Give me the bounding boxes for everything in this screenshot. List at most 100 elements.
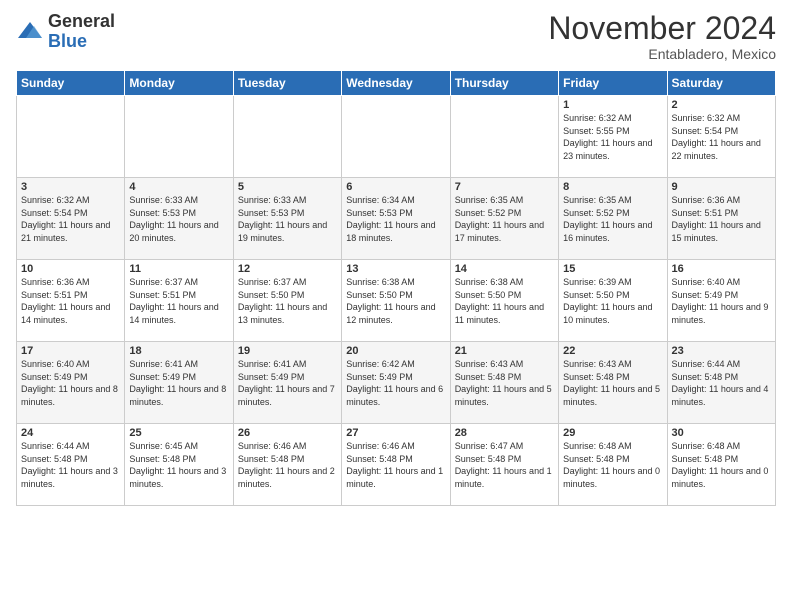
col-thursday: Thursday bbox=[450, 71, 558, 96]
day-info: Sunrise: 6:40 AM Sunset: 5:49 PM Dayligh… bbox=[672, 276, 771, 326]
page: General Blue November 2024 Entabladero, … bbox=[0, 0, 792, 612]
day-info: Sunrise: 6:45 AM Sunset: 5:48 PM Dayligh… bbox=[129, 440, 228, 490]
day-info: Sunrise: 6:36 AM Sunset: 5:51 PM Dayligh… bbox=[21, 276, 120, 326]
table-row: 6Sunrise: 6:34 AM Sunset: 5:53 PM Daylig… bbox=[342, 178, 450, 260]
col-sunday: Sunday bbox=[17, 71, 125, 96]
table-row: 10Sunrise: 6:36 AM Sunset: 5:51 PM Dayli… bbox=[17, 260, 125, 342]
header: General Blue November 2024 Entabladero, … bbox=[16, 12, 776, 62]
table-row: 21Sunrise: 6:43 AM Sunset: 5:48 PM Dayli… bbox=[450, 342, 558, 424]
day-info: Sunrise: 6:36 AM Sunset: 5:51 PM Dayligh… bbox=[672, 194, 771, 244]
day-number: 27 bbox=[346, 427, 445, 439]
logo-general-text: General bbox=[48, 11, 115, 31]
day-number: 30 bbox=[672, 427, 771, 439]
day-number: 22 bbox=[563, 345, 662, 357]
day-number: 7 bbox=[455, 181, 554, 193]
table-row: 4Sunrise: 6:33 AM Sunset: 5:53 PM Daylig… bbox=[125, 178, 233, 260]
day-number: 1 bbox=[563, 99, 662, 111]
logo-icon bbox=[16, 18, 44, 46]
location: Entabladero, Mexico bbox=[548, 46, 776, 62]
day-number: 17 bbox=[21, 345, 120, 357]
table-row bbox=[17, 96, 125, 178]
day-info: Sunrise: 6:32 AM Sunset: 5:55 PM Dayligh… bbox=[563, 112, 662, 162]
table-row: 2Sunrise: 6:32 AM Sunset: 5:54 PM Daylig… bbox=[667, 96, 775, 178]
table-row: 15Sunrise: 6:39 AM Sunset: 5:50 PM Dayli… bbox=[559, 260, 667, 342]
day-number: 2 bbox=[672, 99, 771, 111]
table-row: 9Sunrise: 6:36 AM Sunset: 5:51 PM Daylig… bbox=[667, 178, 775, 260]
day-number: 4 bbox=[129, 181, 228, 193]
day-info: Sunrise: 6:37 AM Sunset: 5:51 PM Dayligh… bbox=[129, 276, 228, 326]
table-row: 8Sunrise: 6:35 AM Sunset: 5:52 PM Daylig… bbox=[559, 178, 667, 260]
col-friday: Friday bbox=[559, 71, 667, 96]
day-info: Sunrise: 6:38 AM Sunset: 5:50 PM Dayligh… bbox=[346, 276, 445, 326]
table-row bbox=[450, 96, 558, 178]
table-row: 3Sunrise: 6:32 AM Sunset: 5:54 PM Daylig… bbox=[17, 178, 125, 260]
title-block: November 2024 Entabladero, Mexico bbox=[548, 12, 776, 62]
day-info: Sunrise: 6:43 AM Sunset: 5:48 PM Dayligh… bbox=[455, 358, 554, 408]
day-info: Sunrise: 6:44 AM Sunset: 5:48 PM Dayligh… bbox=[21, 440, 120, 490]
month-title: November 2024 bbox=[548, 12, 776, 44]
table-row: 28Sunrise: 6:47 AM Sunset: 5:48 PM Dayli… bbox=[450, 424, 558, 506]
day-number: 23 bbox=[672, 345, 771, 357]
table-row: 19Sunrise: 6:41 AM Sunset: 5:49 PM Dayli… bbox=[233, 342, 341, 424]
day-info: Sunrise: 6:41 AM Sunset: 5:49 PM Dayligh… bbox=[238, 358, 337, 408]
table-row: 22Sunrise: 6:43 AM Sunset: 5:48 PM Dayli… bbox=[559, 342, 667, 424]
day-info: Sunrise: 6:39 AM Sunset: 5:50 PM Dayligh… bbox=[563, 276, 662, 326]
table-row: 5Sunrise: 6:33 AM Sunset: 5:53 PM Daylig… bbox=[233, 178, 341, 260]
day-number: 11 bbox=[129, 263, 228, 275]
calendar-week-row: 10Sunrise: 6:36 AM Sunset: 5:51 PM Dayli… bbox=[17, 260, 776, 342]
day-number: 26 bbox=[238, 427, 337, 439]
calendar-week-row: 3Sunrise: 6:32 AM Sunset: 5:54 PM Daylig… bbox=[17, 178, 776, 260]
table-row: 29Sunrise: 6:48 AM Sunset: 5:48 PM Dayli… bbox=[559, 424, 667, 506]
day-info: Sunrise: 6:44 AM Sunset: 5:48 PM Dayligh… bbox=[672, 358, 771, 408]
day-info: Sunrise: 6:43 AM Sunset: 5:48 PM Dayligh… bbox=[563, 358, 662, 408]
calendar-week-row: 24Sunrise: 6:44 AM Sunset: 5:48 PM Dayli… bbox=[17, 424, 776, 506]
table-row: 1Sunrise: 6:32 AM Sunset: 5:55 PM Daylig… bbox=[559, 96, 667, 178]
table-row: 12Sunrise: 6:37 AM Sunset: 5:50 PM Dayli… bbox=[233, 260, 341, 342]
table-row bbox=[233, 96, 341, 178]
day-number: 25 bbox=[129, 427, 228, 439]
col-wednesday: Wednesday bbox=[342, 71, 450, 96]
day-info: Sunrise: 6:37 AM Sunset: 5:50 PM Dayligh… bbox=[238, 276, 337, 326]
col-monday: Monday bbox=[125, 71, 233, 96]
day-number: 16 bbox=[672, 263, 771, 275]
day-number: 29 bbox=[563, 427, 662, 439]
day-info: Sunrise: 6:48 AM Sunset: 5:48 PM Dayligh… bbox=[563, 440, 662, 490]
day-number: 6 bbox=[346, 181, 445, 193]
day-number: 21 bbox=[455, 345, 554, 357]
day-info: Sunrise: 6:48 AM Sunset: 5:48 PM Dayligh… bbox=[672, 440, 771, 490]
day-info: Sunrise: 6:32 AM Sunset: 5:54 PM Dayligh… bbox=[21, 194, 120, 244]
calendar-week-row: 1Sunrise: 6:32 AM Sunset: 5:55 PM Daylig… bbox=[17, 96, 776, 178]
logo-blue-text: Blue bbox=[48, 31, 87, 51]
day-number: 28 bbox=[455, 427, 554, 439]
table-row: 11Sunrise: 6:37 AM Sunset: 5:51 PM Dayli… bbox=[125, 260, 233, 342]
day-number: 19 bbox=[238, 345, 337, 357]
table-row bbox=[125, 96, 233, 178]
table-row: 7Sunrise: 6:35 AM Sunset: 5:52 PM Daylig… bbox=[450, 178, 558, 260]
day-info: Sunrise: 6:35 AM Sunset: 5:52 PM Dayligh… bbox=[455, 194, 554, 244]
table-row: 25Sunrise: 6:45 AM Sunset: 5:48 PM Dayli… bbox=[125, 424, 233, 506]
day-info: Sunrise: 6:35 AM Sunset: 5:52 PM Dayligh… bbox=[563, 194, 662, 244]
col-tuesday: Tuesday bbox=[233, 71, 341, 96]
day-info: Sunrise: 6:40 AM Sunset: 5:49 PM Dayligh… bbox=[21, 358, 120, 408]
table-row: 20Sunrise: 6:42 AM Sunset: 5:49 PM Dayli… bbox=[342, 342, 450, 424]
table-row: 13Sunrise: 6:38 AM Sunset: 5:50 PM Dayli… bbox=[342, 260, 450, 342]
table-row: 23Sunrise: 6:44 AM Sunset: 5:48 PM Dayli… bbox=[667, 342, 775, 424]
day-number: 14 bbox=[455, 263, 554, 275]
day-number: 20 bbox=[346, 345, 445, 357]
table-row: 27Sunrise: 6:46 AM Sunset: 5:48 PM Dayli… bbox=[342, 424, 450, 506]
table-row: 24Sunrise: 6:44 AM Sunset: 5:48 PM Dayli… bbox=[17, 424, 125, 506]
table-row: 26Sunrise: 6:46 AM Sunset: 5:48 PM Dayli… bbox=[233, 424, 341, 506]
day-number: 10 bbox=[21, 263, 120, 275]
table-row: 17Sunrise: 6:40 AM Sunset: 5:49 PM Dayli… bbox=[17, 342, 125, 424]
day-info: Sunrise: 6:33 AM Sunset: 5:53 PM Dayligh… bbox=[129, 194, 228, 244]
table-row: 16Sunrise: 6:40 AM Sunset: 5:49 PM Dayli… bbox=[667, 260, 775, 342]
table-row bbox=[342, 96, 450, 178]
day-number: 12 bbox=[238, 263, 337, 275]
day-number: 15 bbox=[563, 263, 662, 275]
day-number: 24 bbox=[21, 427, 120, 439]
day-info: Sunrise: 6:33 AM Sunset: 5:53 PM Dayligh… bbox=[238, 194, 337, 244]
day-number: 9 bbox=[672, 181, 771, 193]
day-info: Sunrise: 6:42 AM Sunset: 5:49 PM Dayligh… bbox=[346, 358, 445, 408]
table-row: 30Sunrise: 6:48 AM Sunset: 5:48 PM Dayli… bbox=[667, 424, 775, 506]
logo: General Blue bbox=[16, 12, 115, 52]
